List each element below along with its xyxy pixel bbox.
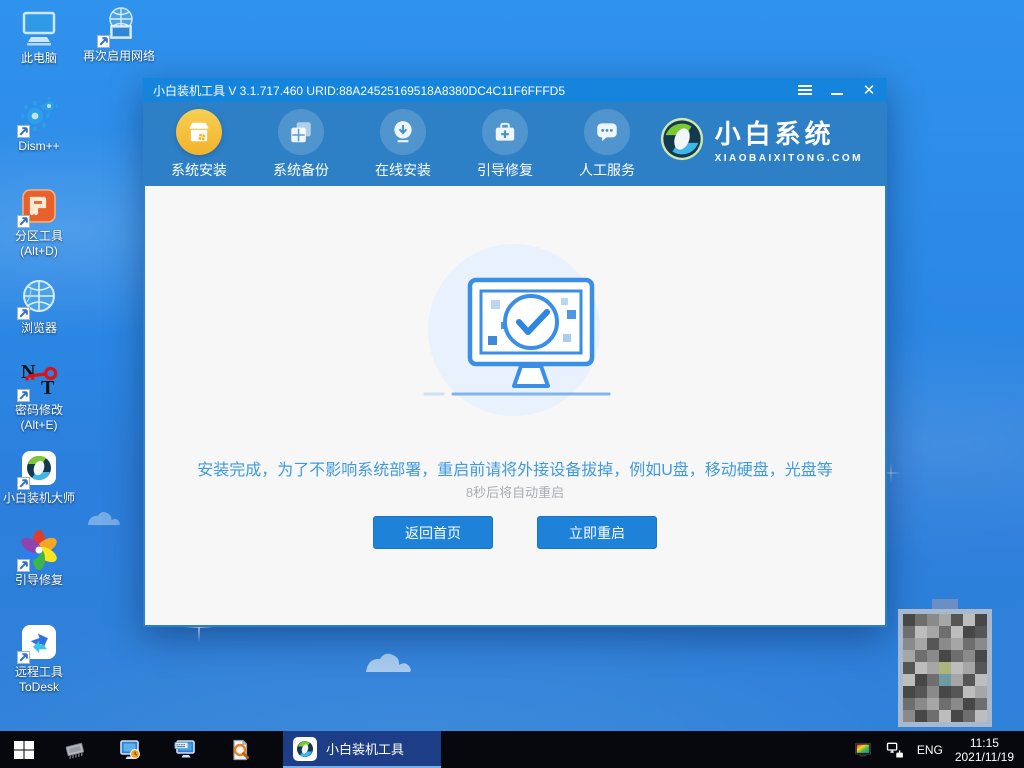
- taskbar-active-app[interactable]: 小白装机工具: [283, 731, 441, 768]
- nav-item-boot-repair[interactable]: 引导修复: [455, 109, 555, 180]
- desktop-icon-label: 浏览器: [4, 321, 74, 336]
- gears-icon: [19, 96, 59, 136]
- xiaobai-logo-icon: [293, 737, 317, 761]
- download-icon: [380, 109, 426, 155]
- chip-icon: [63, 738, 87, 762]
- shortcut-arrow-icon: [17, 125, 30, 138]
- taskbar-app-label: 小白装机工具: [326, 739, 404, 758]
- pinwheel-icon: [19, 530, 59, 570]
- language-indicator[interactable]: ENG: [917, 743, 943, 757]
- keyboard-monitor-icon: [173, 738, 197, 762]
- desktop-icon-partition-tool[interactable]: 分区工具 (Alt+D): [4, 186, 74, 259]
- taskbar-item-system-clock-tool[interactable]: [102, 731, 157, 768]
- window-title: 小白装机工具 V 3.1.717.460 URID:88A24525169518…: [153, 82, 565, 99]
- desktop-icon-label: 小白装机大师: [0, 491, 78, 506]
- completion-message: 安装完成，为了不影响系统部署，重启前请将外接设备拔掉，例如U盘，移动硬盘，光盘等: [145, 456, 885, 480]
- desktop-icon-label: 密码修改: [4, 403, 74, 418]
- nt-key-icon: N T: [19, 360, 59, 400]
- desktop-icon-label2: ToDesk: [4, 680, 74, 695]
- shortcut-arrow-icon: [17, 389, 30, 402]
- xiaobai-logo-icon: [19, 448, 59, 488]
- desktop-icon-dism[interactable]: Dism++: [4, 96, 74, 154]
- nav-item-system-install[interactable]: 系统安装: [149, 109, 249, 180]
- enable-network-icon: [99, 6, 139, 46]
- restart-countdown: 8秒后将自动重启: [145, 482, 885, 501]
- desktop-icon-label: 远程工具: [4, 665, 74, 680]
- taskbar: 小白装机工具 ENG 11:15 2021/11/19: [0, 731, 1024, 768]
- nav-item-system-backup[interactable]: 系统备份: [251, 109, 351, 180]
- shortcut-arrow-icon: [17, 559, 30, 572]
- todesk-icon: [19, 622, 59, 662]
- chat-dots-icon: [584, 109, 630, 155]
- taskbar-item-search-tool[interactable]: [212, 731, 267, 768]
- nav-item-label: 在线安装: [375, 160, 431, 180]
- shortcut-arrow-icon: [17, 307, 30, 320]
- app-window: 小白装机工具 V 3.1.717.460 URID:88A24525169518…: [143, 78, 887, 627]
- desktop-icon-label: 分区工具: [4, 229, 74, 244]
- desktop-icon-label: 引导修复: [4, 573, 74, 588]
- taskbar-item-osk[interactable]: [157, 731, 212, 768]
- nav-item-support[interactable]: 人工服务: [557, 109, 657, 180]
- desktop-icon-enable-network[interactable]: 再次启用网络: [80, 6, 158, 64]
- this-pc-icon: [19, 8, 59, 48]
- toolbox-icon: [482, 109, 528, 155]
- network-icon[interactable]: [885, 740, 905, 760]
- nav-item-label: 系统安装: [171, 160, 227, 180]
- success-illustration: [415, 244, 615, 416]
- menu-icon[interactable]: [797, 82, 813, 98]
- nav-item-online-install[interactable]: 在线安装: [353, 109, 453, 180]
- desktop-icon-boot-repair[interactable]: 引导修复: [4, 530, 74, 588]
- desktop: 此电脑 再次启用网络: [0, 0, 1024, 768]
- desktop-icon-password-reset[interactable]: N T 密码修改 (Alt+E): [4, 360, 74, 433]
- backup-windows-icon: [278, 109, 324, 155]
- desktop-icon-this-pc[interactable]: 此电脑: [4, 8, 74, 66]
- desktop-icon-todesk[interactable]: 远程工具 ToDesk: [4, 622, 74, 695]
- close-icon[interactable]: ✕: [861, 82, 877, 98]
- desktop-icon-label: 此电脑: [4, 51, 74, 66]
- display-color-icon[interactable]: [853, 740, 873, 760]
- install-box-icon: [176, 109, 222, 155]
- shortcut-arrow-icon: [17, 477, 30, 490]
- small-cloud: [82, 508, 128, 528]
- shortcut-arrow-icon: [17, 651, 30, 664]
- brand: 小白系统 XIAOBAIXITONG.COM: [659, 114, 863, 164]
- brand-domain: XIAOBAIXITONG.COM: [715, 153, 863, 164]
- xiaobai-logo-icon: [659, 116, 705, 162]
- nav-item-label: 系统备份: [273, 160, 329, 180]
- desktop-icon-label: Dism++: [4, 139, 74, 154]
- nav-band: 系统安装 系统备份 在线安装 引导修复: [143, 102, 887, 186]
- desktop-icon-xiaobai-master[interactable]: 小白装机大师: [0, 448, 78, 506]
- system-tray: ENG 11:15 2021/11/19: [853, 731, 1024, 768]
- small-cloud: [358, 648, 422, 676]
- start-icon: [12, 738, 36, 762]
- shortcut-arrow-icon: [97, 35, 110, 48]
- desktop-icon-label2: (Alt+E): [4, 418, 74, 433]
- desktop-icon-label: 再次启用网络: [80, 49, 158, 64]
- taskbar-item-cpu-tool[interactable]: [47, 731, 102, 768]
- start-button[interactable]: [0, 731, 47, 768]
- clock-date: 2021/11/19: [955, 750, 1014, 764]
- brand-name: 小白系统: [715, 114, 863, 151]
- shortcut-arrow-icon: [17, 215, 30, 228]
- monitor-check-icon: [415, 244, 615, 416]
- desktop-icon-browser[interactable]: 浏览器: [4, 278, 74, 336]
- blurred-qr-code: [898, 599, 992, 727]
- globe-icon: [19, 278, 59, 318]
- minimize-icon[interactable]: [829, 82, 845, 98]
- clock-time: 11:15: [955, 736, 1014, 750]
- window-titlebar[interactable]: 小白装机工具 V 3.1.717.460 URID:88A24525169518…: [143, 78, 887, 102]
- window-content: 安装完成，为了不影响系统部署，重启前请将外接设备拔掉，例如U盘，移动硬盘，光盘等…: [145, 186, 885, 625]
- restart-now-button[interactable]: 立即重启: [537, 516, 657, 549]
- clock[interactable]: 11:15 2021/11/19: [955, 736, 1014, 764]
- back-home-button[interactable]: 返回首页: [373, 516, 493, 549]
- system-clock-icon: [118, 738, 142, 762]
- desktop-icon-label2: (Alt+D): [4, 244, 74, 259]
- search-doc-icon: [228, 738, 252, 762]
- nav-item-label: 引导修复: [477, 160, 533, 180]
- nav-item-label: 人工服务: [579, 160, 635, 180]
- svg-text:T: T: [41, 377, 55, 399]
- partition-tool-icon: [19, 186, 59, 226]
